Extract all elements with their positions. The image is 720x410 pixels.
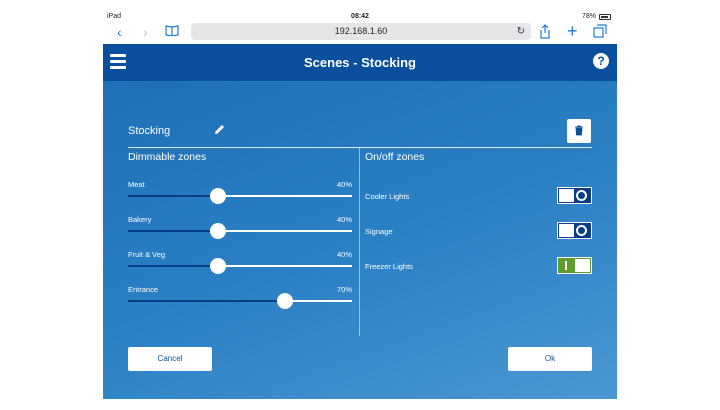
slider-fill xyxy=(128,265,218,267)
zone-label-entrance: Entrance xyxy=(128,285,159,294)
slider-thumb[interactable] xyxy=(209,258,226,274)
toggle-knob xyxy=(559,189,574,202)
slider-bakery[interactable] xyxy=(128,223,352,239)
clock: 08:42 xyxy=(351,13,369,20)
slider-fill xyxy=(128,300,285,302)
onoff-zones-title: On/off zones xyxy=(365,151,425,163)
zone-value-meat: 40% xyxy=(336,180,352,189)
toggle-label-cooler-lights: Cooler Lights xyxy=(365,192,410,201)
slider-thumb[interactable] xyxy=(209,188,226,204)
dimmable-zones-title: Dimmable zones xyxy=(128,151,207,163)
off-ring-icon xyxy=(576,225,587,236)
slider-fill xyxy=(128,195,218,197)
slider-entrance[interactable] xyxy=(128,293,352,309)
cancel-button[interactable]: Cancel xyxy=(128,347,212,371)
header-divider xyxy=(128,147,592,148)
off-ring-icon xyxy=(576,190,587,201)
battery-percent: 78% xyxy=(581,13,596,20)
zone-value-fruit-veg: 40% xyxy=(336,250,352,259)
zone-label-meat: Meat xyxy=(128,180,145,189)
url-bar[interactable]: 192.168.1.60 ↻ xyxy=(191,23,531,40)
slider-fruit-veg[interactable] xyxy=(128,258,352,274)
share-icon[interactable] xyxy=(539,24,551,42)
trash-icon xyxy=(575,125,583,136)
slider-thumb[interactable] xyxy=(276,293,293,309)
help-icon[interactable]: ? xyxy=(593,53,609,69)
toggle-freezer-lights[interactable] xyxy=(557,257,592,274)
pencil-icon[interactable] xyxy=(213,123,226,139)
app-header: Scenes - Stocking ? xyxy=(103,44,617,81)
zone-label-bakery: Bakery xyxy=(128,215,152,224)
browser-toolbar: ‹ › 192.168.1.60 ↻ + xyxy=(103,22,617,43)
tabs-icon[interactable] xyxy=(593,24,607,41)
on-bar-icon xyxy=(565,261,567,270)
slider-meat[interactable] xyxy=(128,188,352,204)
slider-fill xyxy=(128,230,218,232)
book-icon[interactable] xyxy=(165,24,179,40)
toggle-signage[interactable] xyxy=(557,222,592,239)
ok-button[interactable]: Ok xyxy=(508,347,592,371)
reload-icon[interactable]: ↻ xyxy=(517,23,525,40)
url-text: 192.168.1.60 xyxy=(334,26,388,36)
zone-value-bakery: 40% xyxy=(336,215,352,224)
scene-name: Stocking xyxy=(128,125,171,137)
toggle-label-freezer-lights: Freezer Lights xyxy=(365,262,413,271)
page-title: Scenes - Stocking xyxy=(304,55,416,70)
zone-label-fruit-veg: Fruit & Veg xyxy=(128,250,166,259)
zone-value-entrance: 70% xyxy=(336,285,352,294)
column-divider xyxy=(359,148,360,336)
app-window: Scenes - Stocking ? Stocking Dimmable zo… xyxy=(103,44,617,399)
toggle-cooler-lights[interactable] xyxy=(557,187,592,204)
slider-thumb[interactable] xyxy=(209,223,226,239)
chevron-right-icon[interactable]: › xyxy=(143,24,148,40)
battery-icon xyxy=(599,13,611,20)
toggle-label-signage: Signage xyxy=(365,227,393,236)
toggle-knob xyxy=(575,259,590,272)
delete-scene-button[interactable] xyxy=(567,119,591,143)
battery-indicator: 78% xyxy=(582,13,611,20)
plus-icon[interactable]: + xyxy=(567,22,578,40)
toggle-knob xyxy=(559,224,574,237)
chevron-left-icon[interactable]: ‹ xyxy=(117,24,122,40)
